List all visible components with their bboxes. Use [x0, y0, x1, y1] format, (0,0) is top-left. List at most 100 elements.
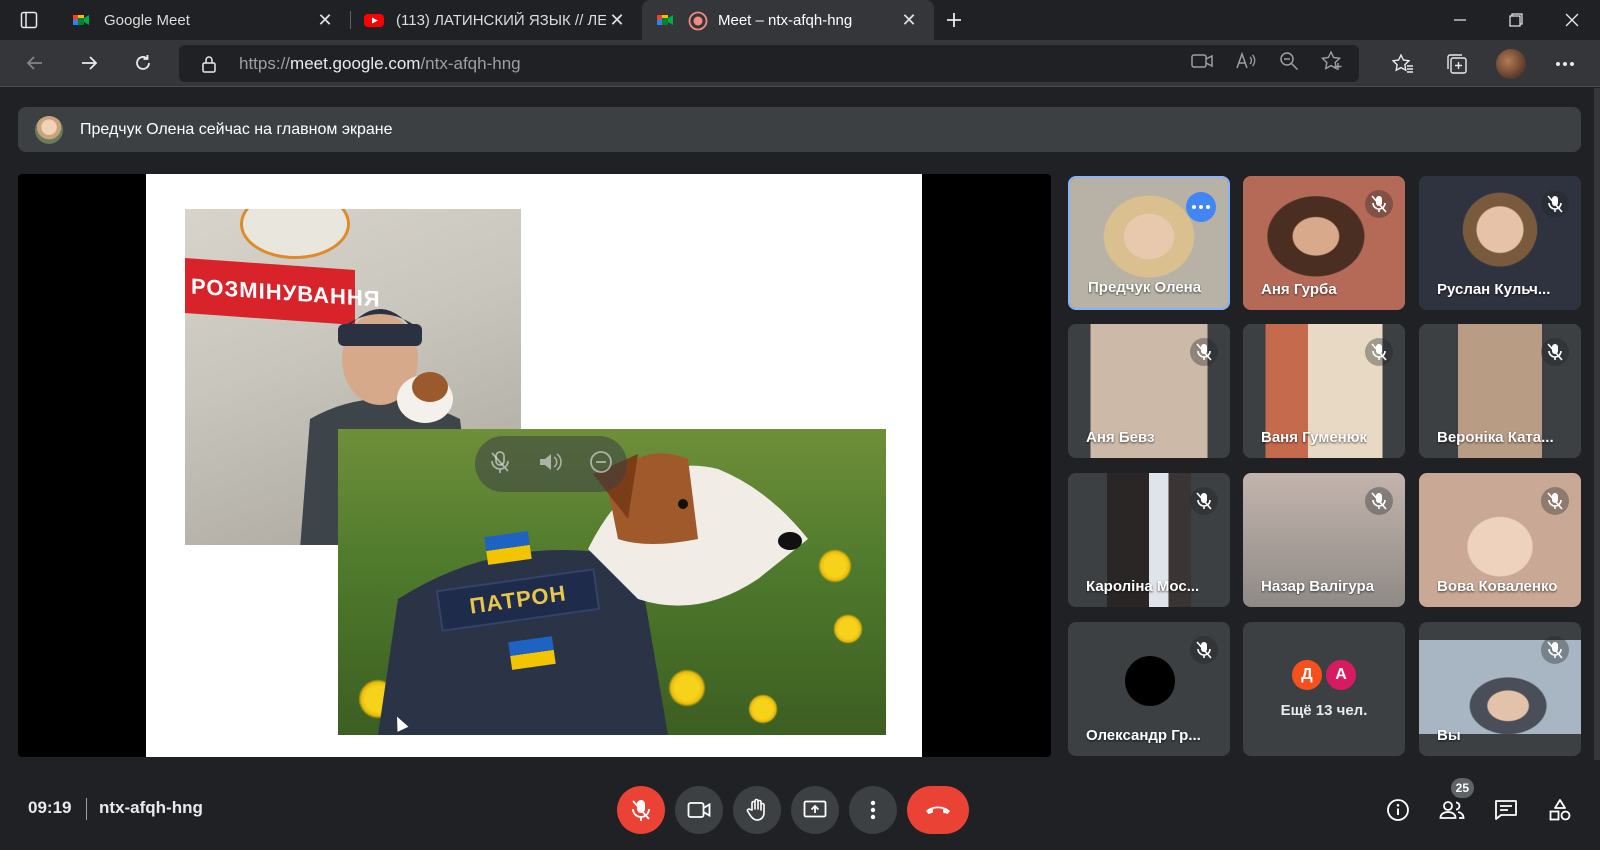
add-favorite-icon[interactable] [1320, 50, 1343, 76]
tab-google-meet[interactable]: Google Meet ✕ [58, 0, 350, 40]
participant-tile[interactable]: Вова Коваленко [1419, 473, 1581, 607]
participant-grid: Предчук Олена Аня Гурба Руслан Кульч... … [1068, 176, 1581, 758]
page-scrollbar[interactable] [1594, 88, 1600, 760]
self-tile[interactable]: Вы [1419, 622, 1581, 756]
participant-name: Назар Валігура [1261, 578, 1375, 595]
tab-actions-icon[interactable] [0, 0, 58, 40]
meeting-code: ntx-afqh-hng [99, 798, 203, 817]
participant-tile[interactable]: Предчук Олена [1068, 176, 1230, 310]
toolbar: https://meet.google.com/ntx-afqh-hng [0, 40, 1600, 87]
recording-icon [688, 11, 708, 31]
lock-icon[interactable] [179, 55, 239, 73]
mic-muted-icon [1190, 487, 1218, 515]
banner-text: Предчук Олена сейчас на главном экране [80, 120, 393, 138]
volume-icon[interactable] [538, 451, 562, 478]
mic-muted-icon [1541, 636, 1569, 664]
participant-tile[interactable]: Кароліна Мос... [1068, 473, 1230, 607]
close-tab-icon[interactable]: ✕ [898, 9, 920, 31]
leave-call-button[interactable] [907, 786, 969, 834]
more-participants-tile[interactable]: Д А Ещё 13 чел. [1243, 622, 1405, 756]
mic-off-icon [632, 800, 650, 821]
forward-icon[interactable] [62, 40, 116, 87]
presenter-avatar [35, 115, 63, 144]
minimize-icon[interactable] [1432, 0, 1488, 40]
more-options-button[interactable] [849, 786, 897, 834]
address-bar[interactable]: https://meet.google.com/ntx-afqh-hng [179, 45, 1359, 82]
zoom-out-icon[interactable] [1279, 51, 1299, 76]
people-button[interactable]: 25 [1428, 778, 1476, 834]
raise-hand-button[interactable] [733, 786, 781, 834]
profile-avatar[interactable] [1484, 40, 1538, 87]
tab-meet-active[interactable]: Meet – ntx-afqh-hng ✕ [642, 0, 934, 40]
current-time: 09:19 [28, 798, 72, 817]
restore-icon[interactable] [1488, 0, 1544, 40]
chat-icon [1495, 800, 1517, 820]
mic-muted-icon [1541, 190, 1569, 218]
mic-muted-icon [1190, 636, 1218, 664]
info-icon [1387, 799, 1409, 821]
participant-name: Вы [1437, 727, 1461, 744]
participant-tile[interactable]: Ваня Гуменюк [1243, 324, 1405, 458]
divider [86, 798, 87, 820]
collections-icon[interactable] [1430, 40, 1484, 87]
reload-icon[interactable] [116, 40, 170, 87]
presenting-banner: Предчук Олена сейчас на главном экране [18, 107, 1581, 152]
close-window-icon[interactable] [1544, 0, 1600, 40]
present-screen-button[interactable] [791, 786, 839, 834]
mic-muted-icon [1365, 487, 1393, 515]
chat-button[interactable] [1482, 786, 1530, 834]
tab-strip: Google Meet ✕ (113) ЛАТИНСКИЙ ЯЗЫК // ЛЕ… [0, 0, 1600, 40]
mic-muted-icon [1541, 338, 1569, 366]
participant-name: Аня Бевз [1086, 429, 1155, 446]
read-aloud-icon[interactable] [1235, 51, 1257, 75]
avatar-chip: А [1326, 659, 1356, 690]
mic-muted-icon [1541, 487, 1569, 515]
activities-button[interactable] [1536, 786, 1584, 834]
people-icon [1439, 801, 1465, 819]
more-options-icon[interactable] [1186, 192, 1216, 222]
avatar-chip: Д [1292, 659, 1322, 690]
participant-tile[interactable]: Руслан Кульч... [1419, 176, 1581, 310]
participant-tile[interactable]: Вероніка Ката... [1419, 324, 1581, 458]
tab-youtube[interactable]: (113) ЛАТИНСКИЙ ЯЗЫК // ЛЕК ✕ [350, 0, 642, 40]
more-participants-count: Ещё 13 чел. [1280, 701, 1368, 719]
mic-muted-icon [1190, 338, 1218, 366]
youtube-icon [364, 11, 384, 29]
meeting-details-button[interactable] [1374, 786, 1422, 834]
participant-tile[interactable]: Назар Валігура [1243, 473, 1405, 607]
close-tab-icon[interactable]: ✕ [606, 9, 628, 31]
participant-name: Вероніка Ката... [1437, 429, 1554, 446]
new-tab-icon[interactable] [934, 0, 974, 40]
url-text: https://meet.google.com/ntx-afqh-hng [239, 53, 521, 73]
meet-icon [72, 11, 90, 29]
remove-icon[interactable] [589, 450, 613, 479]
participant-name: Кароліна Мос... [1086, 578, 1200, 595]
present-icon [803, 800, 827, 818]
favorites-icon[interactable] [1376, 40, 1430, 87]
participant-tile[interactable]: Аня Бевз [1068, 324, 1230, 458]
hang-up-icon [926, 806, 950, 814]
main-stage[interactable]: РОЗМІНУВАННЯ ПАТРОН [18, 174, 1051, 757]
tab-title: (113) ЛАТИНСКИЙ ЯЗЫК // ЛЕК [396, 11, 606, 29]
call-controls-bar: 09:19 ntx-afqh-hng 25 [0, 770, 1600, 850]
close-tab-icon[interactable]: ✕ [314, 9, 336, 31]
meet-icon [656, 11, 674, 29]
participant-name: Вова Коваленко [1437, 578, 1558, 595]
participant-name: Руслан Кульч... [1437, 281, 1551, 298]
participant-tile[interactable]: Олександр Гр... [1068, 622, 1230, 756]
participant-name: Предчук Олена [1088, 279, 1202, 296]
camera-in-use-icon[interactable] [1191, 53, 1213, 74]
avatar-chips: Д А [1292, 659, 1356, 690]
tab-title: Meet – ntx-afqh-hng [718, 11, 853, 29]
more-menu-icon[interactable] [1538, 40, 1592, 87]
back-icon[interactable] [8, 40, 62, 87]
activities-icon [1549, 799, 1571, 821]
participants-count-badge: 25 [1450, 778, 1474, 798]
toggle-mic-button[interactable] [617, 786, 665, 834]
window-controls [1432, 0, 1600, 40]
participant-name: Ваня Гуменюк [1261, 429, 1368, 446]
mic-off-icon[interactable] [489, 450, 511, 479]
participant-tile[interactable]: Аня Гурба [1243, 176, 1405, 310]
toggle-camera-button[interactable] [675, 786, 723, 834]
hand-icon [746, 798, 765, 821]
